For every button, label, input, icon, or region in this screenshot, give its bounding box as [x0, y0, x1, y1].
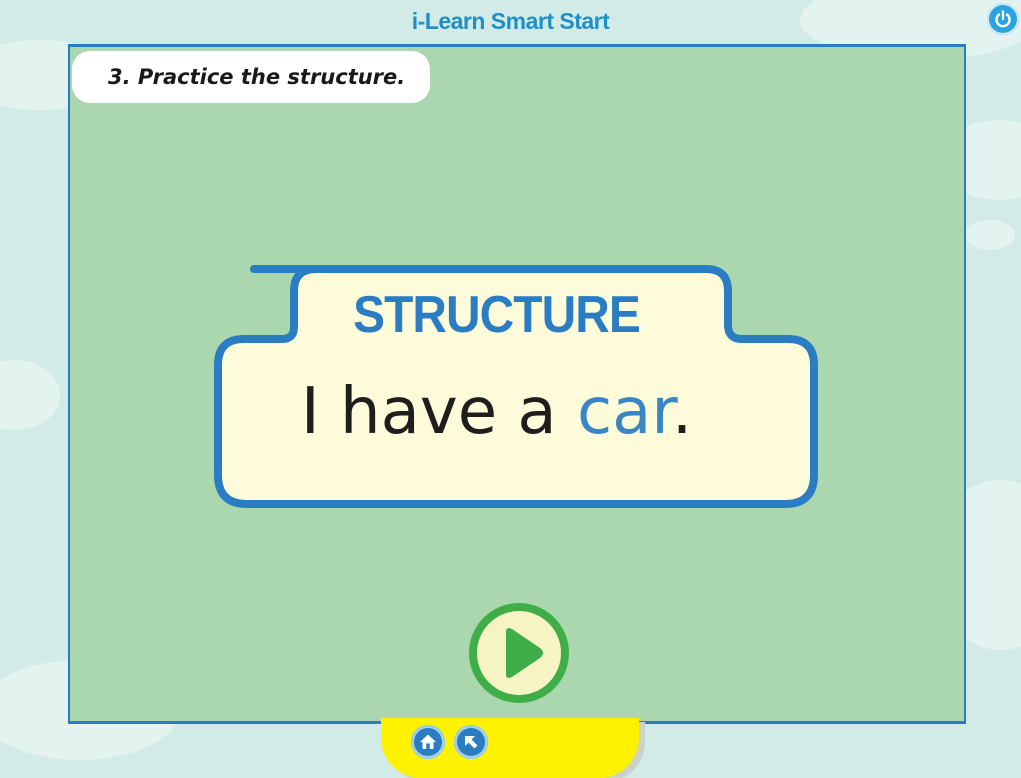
background-cloud [965, 220, 1015, 250]
background-cloud [0, 360, 60, 430]
sentence-text: I have a [300, 375, 577, 449]
sentence-punctuation: . [671, 375, 693, 449]
sentence-keyword: car [576, 375, 672, 449]
structure-heading: STRUCTURE [353, 286, 641, 344]
structure-sentence: I have a car. [214, 375, 779, 449]
app-title: i-Learn Smart Start [411, 8, 610, 34]
structure-card: STRUCTURE I have a car. [214, 257, 824, 512]
power-icon [995, 10, 1011, 28]
back-button[interactable] [454, 725, 488, 759]
activity-stage: 3. Practice the structure. STRUCTURE I h… [68, 44, 966, 724]
home-button[interactable] [411, 725, 445, 759]
home-icon [420, 734, 436, 749]
play-icon [469, 603, 569, 703]
back-arrow-icon [465, 736, 478, 749]
power-button[interactable] [987, 3, 1019, 35]
instruction-label: 3. Practice the structure. [72, 51, 430, 103]
play-button[interactable] [468, 602, 570, 704]
